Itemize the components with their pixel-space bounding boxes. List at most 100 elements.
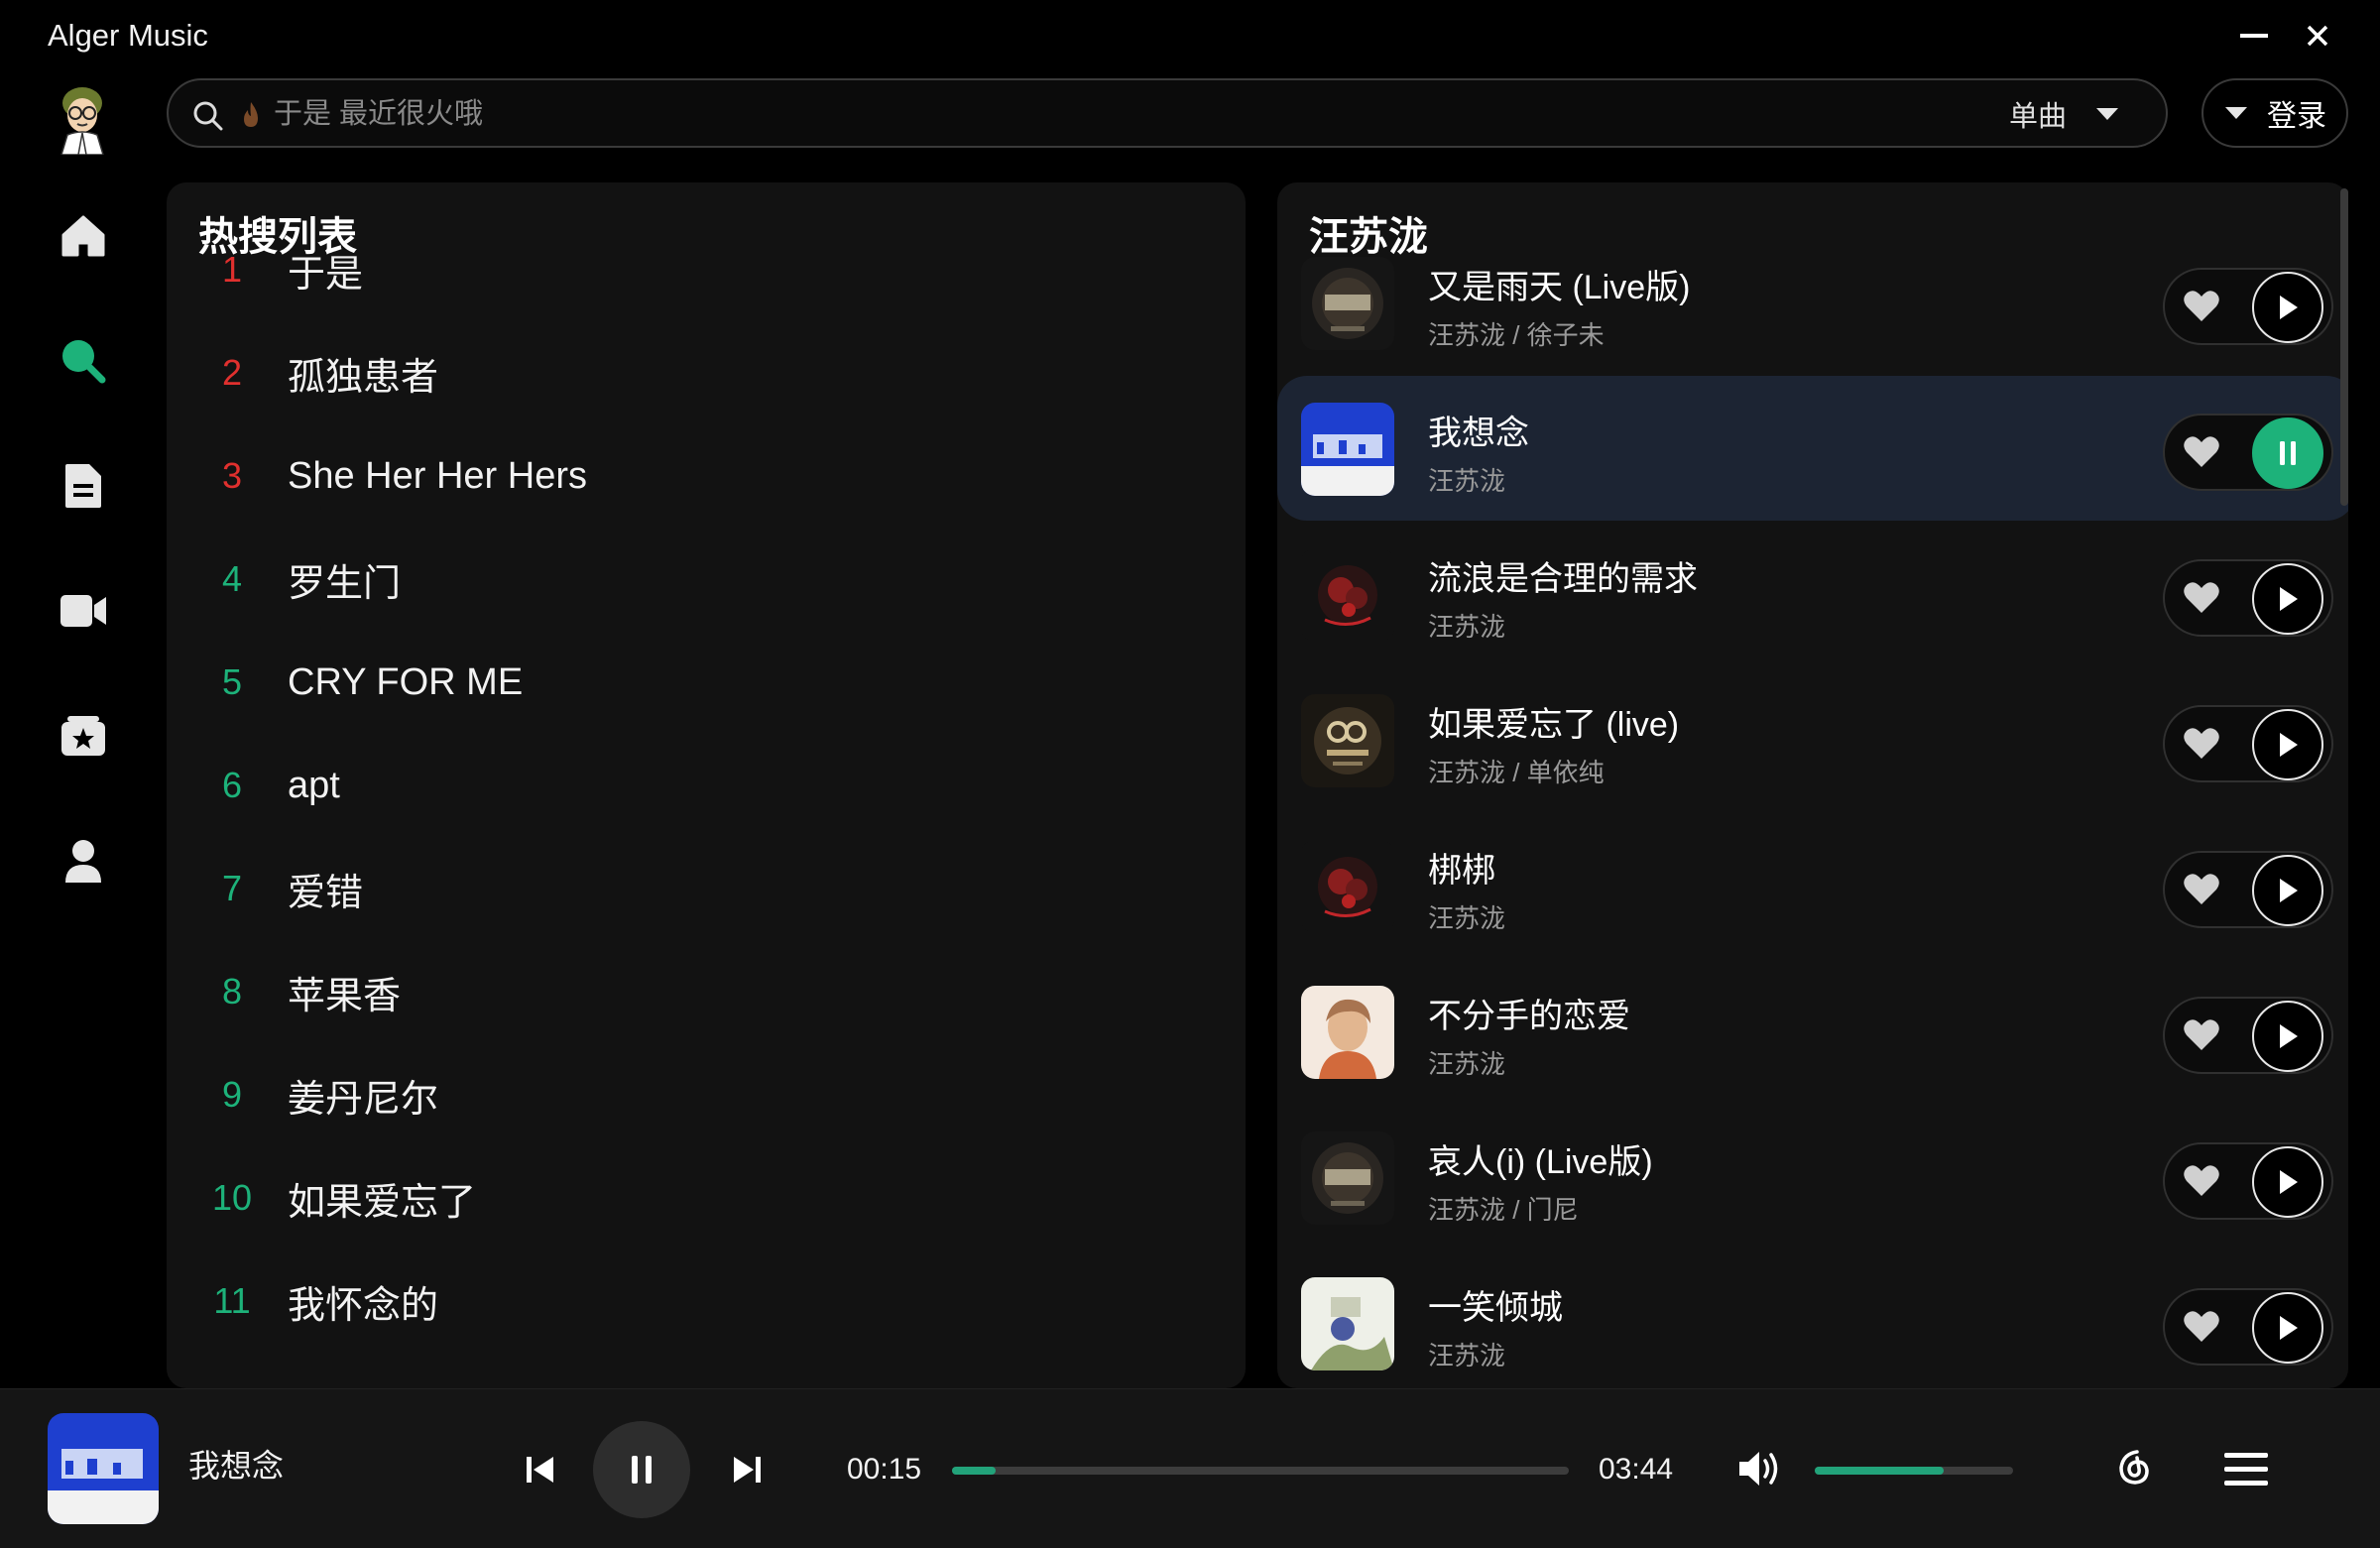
- hot-search-rank: 10: [211, 1177, 253, 1218]
- play-song-button[interactable]: [2252, 709, 2323, 780]
- play-icon: [2280, 733, 2298, 757]
- song-cover[interactable]: [1301, 548, 1394, 642]
- song-artists: 汪苏泷: [1428, 466, 1506, 496]
- song-artists: 汪苏泷: [1428, 1049, 1506, 1079]
- song-cover[interactable]: [1301, 840, 1394, 933]
- heart-icon: [2184, 728, 2219, 759]
- song-row[interactable]: 梆梆 汪苏泷: [1277, 813, 2348, 958]
- netease-logo-icon: [2119, 1450, 2149, 1485]
- volume-button[interactable]: [1735, 1444, 1785, 1493]
- play-song-button[interactable]: [2252, 563, 2323, 635]
- search-bar[interactable]: 单曲: [167, 78, 2168, 148]
- playlist-button[interactable]: [2221, 1445, 2271, 1494]
- hot-search-text: 罗生门: [288, 562, 402, 605]
- song-cover[interactable]: [1301, 694, 1394, 787]
- hot-search-item[interactable]: 1 于是: [167, 218, 1246, 321]
- heart-icon: [2184, 582, 2219, 613]
- nav-home[interactable]: [54, 206, 113, 266]
- hot-search-item[interactable]: 4 罗生门: [167, 528, 1246, 631]
- play-song-button[interactable]: [2252, 1146, 2323, 1218]
- song-artists: 汪苏泷: [1428, 1341, 1506, 1370]
- song-actions: [2163, 268, 2333, 345]
- hot-search-panel: 热搜列表 1 于是 2 孤独患者 3 She Her Her Hers 4 罗生门 5 CRY F…: [167, 182, 1246, 1388]
- search-type-label: 单曲: [2009, 101, 2068, 133]
- song-row[interactable]: 哀人(i) (Live版) 汪苏泷 / 门尼: [1277, 1105, 2348, 1250]
- song-artists: 汪苏泷: [1428, 903, 1506, 933]
- nav-mv[interactable]: [54, 581, 113, 641]
- hot-search-item[interactable]: 11 我怀念的: [167, 1250, 1246, 1353]
- hot-search-text: 爱错: [288, 872, 364, 914]
- heart-icon: [2184, 874, 2219, 904]
- song-row[interactable]: 不分手的恋爱 汪苏泷: [1277, 959, 2348, 1104]
- next-button[interactable]: [724, 1447, 770, 1492]
- search-input[interactable]: [272, 90, 2061, 138]
- like-button[interactable]: [2177, 1011, 2226, 1060]
- skip-previous-icon: [527, 1457, 553, 1483]
- hot-search-text: 于是: [288, 253, 364, 296]
- song-cover[interactable]: [1301, 1277, 1394, 1370]
- nav-playlist[interactable]: [54, 456, 113, 516]
- play-song-button[interactable]: [2252, 855, 2323, 926]
- volume-slider[interactable]: [1815, 1467, 2013, 1475]
- like-button[interactable]: [2177, 282, 2226, 331]
- nav-user[interactable]: [54, 831, 113, 891]
- play-icon: [2280, 879, 2298, 902]
- song-title: 流浪是合理的需求: [1428, 560, 1698, 598]
- song-cover[interactable]: [1301, 403, 1394, 496]
- minimize-button[interactable]: [2229, 14, 2279, 58]
- play-song-button[interactable]: [2252, 1001, 2323, 1072]
- song-row[interactable]: 我想念 汪苏泷: [1277, 376, 2348, 521]
- results-scrollbar[interactable]: [2340, 188, 2348, 506]
- document-icon: [65, 464, 101, 508]
- login-button[interactable]: 登录: [2202, 78, 2348, 148]
- pause-song-button[interactable]: [2252, 417, 2323, 489]
- hot-search-item[interactable]: 8 苹果香: [167, 940, 1246, 1043]
- hot-search-item[interactable]: 2 孤独患者: [167, 321, 1246, 424]
- like-button[interactable]: [2177, 1156, 2226, 1206]
- song-actions: [2163, 1288, 2333, 1366]
- play-song-button[interactable]: [2252, 272, 2323, 343]
- like-button[interactable]: [2177, 427, 2226, 477]
- play-mode-button[interactable]: [2108, 1443, 2158, 1492]
- like-button[interactable]: [2177, 719, 2226, 769]
- song-row[interactable]: 流浪是合理的需求汪苏泷: [1277, 522, 2348, 666]
- volume-fill: [1815, 1467, 1944, 1475]
- close-icon: [2307, 25, 2328, 47]
- nav-favorites[interactable]: [54, 706, 113, 766]
- play-icon: [2280, 1170, 2298, 1194]
- song-artists: 汪苏泷: [1428, 612, 1506, 642]
- hot-search-item[interactable]: 7 爱错: [167, 837, 1246, 940]
- nav-search[interactable]: [54, 331, 113, 391]
- player-cover[interactable]: [48, 1413, 159, 1524]
- hot-search-item[interactable]: 5 CRY FOR ME: [167, 631, 1246, 734]
- like-button[interactable]: [2177, 865, 2226, 914]
- player-bar: 我想念 00:15 03:44: [0, 1388, 2380, 1548]
- search-type-select[interactable]: 单曲: [2009, 94, 2120, 134]
- pause-button[interactable]: [593, 1421, 690, 1518]
- heart-icon: [2184, 1311, 2219, 1342]
- hot-search-item[interactable]: 10 如果爱忘了: [167, 1146, 1246, 1250]
- menu-icon: [2224, 1453, 2268, 1486]
- hot-search-item[interactable]: 6 apt: [167, 734, 1246, 837]
- pause-icon: [2280, 441, 2296, 465]
- song-cover[interactable]: [1301, 986, 1394, 1079]
- avatar[interactable]: [52, 81, 113, 156]
- hot-search-item[interactable]: 3 She Her Her Hers: [167, 424, 1246, 528]
- like-button[interactable]: [2177, 573, 2226, 623]
- song-row[interactable]: 如果爱忘了 (live) 汪苏泷 / 单依纯: [1277, 667, 2348, 812]
- play-song-button[interactable]: [2252, 1292, 2323, 1364]
- song-row[interactable]: 一笑倾城 汪苏泷: [1277, 1250, 2348, 1388]
- progress-bar[interactable]: [952, 1467, 1569, 1475]
- hot-search-item[interactable]: 9 姜丹尼尔: [167, 1043, 1246, 1146]
- song-artists: 汪苏泷 / 单依纯: [1428, 758, 1605, 787]
- hot-search-text: apt: [288, 764, 340, 806]
- song-title: 哀人(i) (Live版): [1428, 1143, 1653, 1181]
- close-button[interactable]: [2293, 14, 2342, 58]
- song-cover[interactable]: [1301, 1131, 1394, 1225]
- hot-search-text: 苹果香: [288, 975, 402, 1017]
- song-cover[interactable]: [1301, 257, 1394, 350]
- like-button[interactable]: [2177, 1302, 2226, 1352]
- hot-search-text: She Her Her Hers: [288, 454, 587, 497]
- previous-button[interactable]: [518, 1447, 563, 1492]
- song-row[interactable]: 又是雨天 (Live版) 汪苏泷 / 徐子未: [1277, 230, 2348, 375]
